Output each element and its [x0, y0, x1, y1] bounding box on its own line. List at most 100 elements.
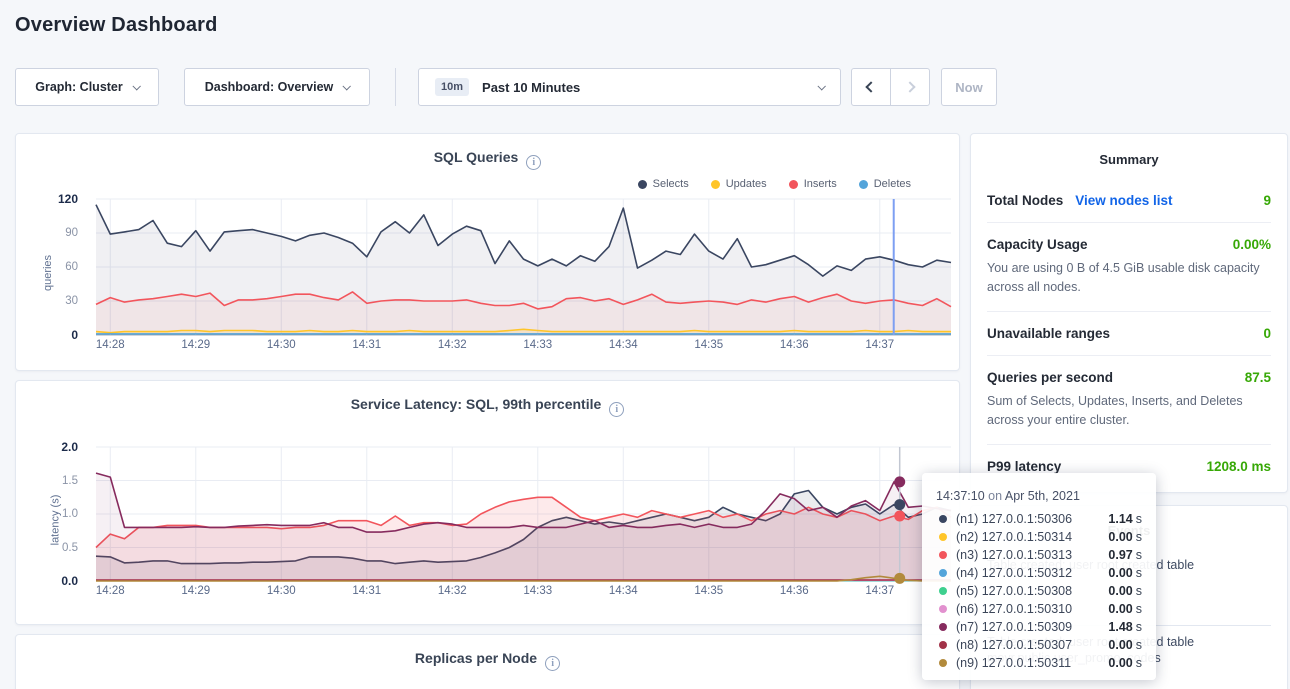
- unavailable-ranges-value: 0: [1263, 326, 1271, 341]
- view-nodes-list-link[interactable]: View nodes list: [1075, 193, 1172, 208]
- legend-dot: [711, 180, 720, 189]
- divider: [987, 222, 1271, 223]
- now-button[interactable]: Now: [941, 68, 997, 106]
- y-tick-label: 1.5: [62, 475, 78, 487]
- time-range-selector[interactable]: 10m Past 10 Minutes: [418, 68, 841, 106]
- y-tick-label: 120: [58, 192, 78, 206]
- x-tick-label: 14:32: [438, 585, 467, 597]
- graph-dropdown-label: Graph: Cluster: [35, 80, 123, 94]
- x-tick-label: 14:29: [181, 585, 210, 597]
- series-dot: [939, 623, 947, 631]
- dashboard-dropdown-label: Dashboard: Overview: [205, 80, 334, 94]
- x-axis-ticks: 14:2814:2914:3014:3114:3214:3314:3414:35…: [96, 339, 951, 355]
- x-tick-label: 14:30: [267, 339, 296, 351]
- chart-title-row: Service Latency: SQL, 99th percentile i: [16, 396, 959, 417]
- graph-dropdown[interactable]: Graph: Cluster: [15, 68, 159, 106]
- legend-label: Inserts: [804, 178, 837, 190]
- time-range-badge: 10m: [435, 78, 469, 96]
- legend-dot: [859, 180, 868, 189]
- queries-per-second-description: Sum of Selects, Updates, Inserts, and De…: [987, 392, 1271, 430]
- chart-title-row: Replicas per Nodei: [16, 650, 959, 671]
- y-tick-label: 30: [65, 295, 78, 307]
- y-tick-label: 0.0: [61, 574, 78, 588]
- tooltip-timestamp: 14:37:10 on Apr 5th, 2021: [936, 489, 1142, 503]
- chevron-down-icon: [817, 82, 825, 90]
- replicas-per-node-chart-card: Replicas per Nodei: [15, 634, 960, 689]
- queries-per-second-value: 87.5: [1245, 370, 1271, 385]
- x-tick-label: 14:31: [352, 339, 381, 351]
- legend-item[interactable]: Updates: [711, 178, 767, 190]
- time-range-label: Past 10 Minutes: [482, 80, 580, 95]
- page-title: Overview Dashboard: [15, 14, 218, 37]
- service-latency-plot[interactable]: [96, 447, 951, 581]
- x-axis-ticks: 14:2814:2914:3014:3114:3214:3314:3414:35…: [96, 585, 951, 601]
- queries-per-second-row: Queries per second 87.5: [987, 370, 1271, 385]
- y-axis-ticks: 0306090120: [16, 199, 88, 335]
- unavailable-ranges-row: Unavailable ranges 0: [987, 326, 1271, 341]
- legend-label: Deletes: [874, 178, 911, 190]
- series-dot: [939, 605, 947, 613]
- tooltip-row: (n5) 127.0.0.1:503080.00s: [936, 582, 1142, 600]
- x-tick-label: 14:36: [780, 339, 809, 351]
- series-dot: [939, 659, 947, 667]
- y-tick-label: 0.5: [62, 542, 78, 554]
- dashboard-dropdown[interactable]: Dashboard: Overview: [184, 68, 370, 106]
- capacity-usage-row: Capacity Usage 0.00%: [987, 237, 1271, 252]
- total-nodes-label: Total Nodes: [987, 193, 1063, 208]
- sql-queries-chart-card: SQL Queries i Selects Updates Inserts Delete…: [15, 133, 960, 371]
- p99-latency-value: 1208.0 ms: [1206, 459, 1271, 474]
- y-tick-label: 0: [71, 328, 78, 342]
- queries-per-second-label: Queries per second: [987, 370, 1113, 385]
- x-tick-label: 14:37: [865, 339, 894, 351]
- tooltip-row: (n9) 127.0.0.1:503110.00s: [936, 654, 1142, 672]
- legend-item[interactable]: Selects: [638, 178, 689, 190]
- tooltip-row: (n3) 127.0.0.1:503130.97s: [936, 546, 1142, 564]
- legend-dot: [638, 180, 647, 189]
- x-tick-label: 14:34: [609, 339, 638, 351]
- service-latency-title: Service Latency: SQL, 99th percentile: [351, 396, 602, 412]
- capacity-usage-label: Capacity Usage: [987, 237, 1088, 252]
- info-icon[interactable]: i: [609, 402, 624, 417]
- y-axis-ticks: 0.00.51.01.52.0: [16, 447, 88, 581]
- summary-panel: Summary Total Nodes View nodes list 9 Ca…: [970, 133, 1288, 493]
- x-tick-label: 14:32: [438, 339, 467, 351]
- series-dot: [939, 551, 947, 559]
- legend-dot: [789, 180, 798, 189]
- time-forward-button[interactable]: [890, 68, 930, 106]
- tooltip-row: (n2) 127.0.0.1:503140.00s: [936, 528, 1142, 546]
- divider: [987, 355, 1271, 356]
- overview-dashboard-page: Overview Dashboard Graph: Cluster Dashbo…: [0, 0, 1290, 689]
- series-dot: [939, 641, 947, 649]
- tooltip-row: (n7) 127.0.0.1:503091.48s: [936, 618, 1142, 636]
- tooltip-row: (n6) 127.0.0.1:503100.00s: [936, 600, 1142, 618]
- y-tick-label: 90: [65, 227, 78, 239]
- chart-title-row: SQL Queries i: [16, 149, 959, 170]
- legend-item[interactable]: Deletes: [859, 178, 911, 190]
- x-tick-label: 14:31: [352, 585, 381, 597]
- info-icon[interactable]: i: [545, 656, 560, 671]
- legend-label: Updates: [726, 178, 767, 190]
- tooltip-row: (n1) 127.0.0.1:503061.14s: [936, 510, 1142, 528]
- service-latency-chart-card: Service Latency: SQL, 99th percentilei l…: [15, 380, 960, 625]
- legend-item[interactable]: Inserts: [789, 178, 837, 190]
- time-back-button[interactable]: [851, 68, 891, 106]
- chart-hover-tooltip: 14:37:10 on Apr 5th, 2021 (n1) 127.0.0.1…: [922, 473, 1156, 680]
- y-tick-label: 2.0: [61, 440, 78, 454]
- divider: [987, 311, 1271, 312]
- x-tick-label: 14:29: [181, 339, 210, 351]
- x-tick-label: 14:28: [96, 585, 125, 597]
- capacity-usage-value: 0.00%: [1233, 237, 1271, 252]
- time-nav-group: [851, 68, 930, 106]
- sql-queries-title: SQL Queries: [434, 149, 519, 165]
- x-tick-label: 14:36: [780, 585, 809, 597]
- x-tick-label: 14:28: [96, 339, 125, 351]
- info-icon[interactable]: i: [526, 155, 541, 170]
- x-tick-label: 14:33: [523, 585, 552, 597]
- y-tick-label: 60: [65, 261, 78, 273]
- controls-divider: [395, 68, 396, 106]
- series-dot: [939, 515, 947, 523]
- p99-latency-row: P99 latency 1208.0 ms: [987, 459, 1271, 474]
- y-tick-label: 1.0: [62, 508, 78, 520]
- p99-latency-label: P99 latency: [987, 459, 1061, 474]
- sql-queries-plot[interactable]: [96, 199, 951, 335]
